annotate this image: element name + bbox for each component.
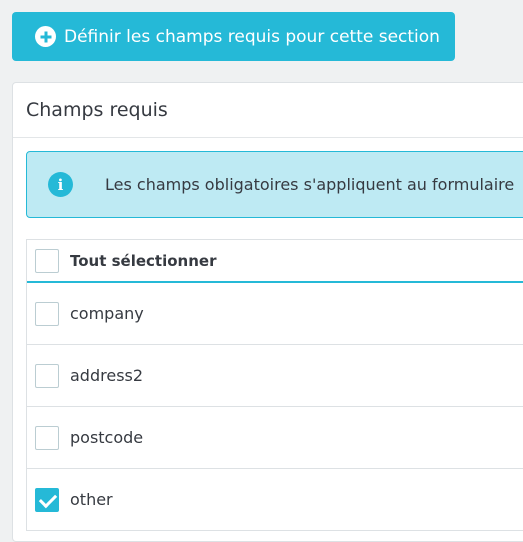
field-label: other	[70, 490, 113, 509]
field-row-company[interactable]: company	[27, 283, 523, 345]
field-label: postcode	[70, 428, 144, 447]
field-row-other[interactable]: other	[27, 469, 523, 531]
panel-title: Champs requis	[26, 99, 168, 121]
required-fields-table: Tout sélectionner company address2 postc…	[26, 239, 523, 531]
select-all-label: Tout sélectionner	[70, 251, 217, 270]
field-row-address2[interactable]: address2	[27, 345, 523, 407]
field-label: address2	[70, 366, 144, 385]
company-checkbox[interactable]	[35, 301, 59, 326]
panel-header: Champs requis	[13, 83, 523, 138]
field-row-postcode[interactable]: postcode	[27, 407, 523, 469]
field-label: company	[70, 304, 144, 323]
postcode-checkbox[interactable]	[35, 425, 59, 450]
required-fields-panel: Champs requis i Les champs obligatoires …	[12, 82, 523, 542]
info-alert-text: Les champs obligatoires s'appliquent au …	[105, 175, 515, 194]
info-icon: i	[48, 172, 73, 197]
other-checkbox[interactable]	[35, 487, 59, 512]
select-all-checkbox[interactable]	[35, 248, 59, 273]
address2-checkbox[interactable]	[35, 363, 59, 388]
select-all-row[interactable]: Tout sélectionner	[27, 240, 523, 283]
define-required-fields-button[interactable]: Définir les champs requis pour cette sec…	[12, 12, 455, 61]
define-required-fields-label: Définir les champs requis pour cette sec…	[64, 26, 440, 47]
plus-circle-icon	[35, 26, 56, 47]
info-alert: i Les champs obligatoires s'appliquent a…	[26, 151, 523, 218]
